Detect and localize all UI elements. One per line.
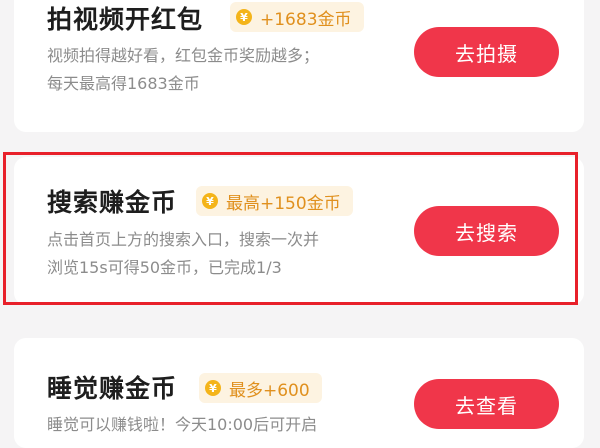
coin-icon: ¥ [236, 9, 252, 25]
task-card-search: 搜索赚金币 ¥ 最高+150金币 点击首页上方的搜索入口，搜索一次并 浏览15s… [14, 157, 584, 305]
task-description-line: 每天最高得1683金币 [47, 74, 200, 93]
task-card-photo: 拍视频开红包 ¥ +1683金币 视频拍得越好看，红包金币奖励越多； 每天最高得… [14, 0, 584, 132]
go-shoot-button[interactable]: 去拍摄 [414, 27, 559, 77]
go-view-button[interactable]: 去查看 [414, 379, 559, 429]
coin-icon: ¥ [202, 193, 218, 209]
reward-text: 最多+600 [229, 380, 310, 401]
task-description-line: 点击首页上方的搜索入口，搜索一次并 [47, 230, 320, 249]
task-title: 睡觉赚金币 [47, 374, 178, 403]
reward-badge: ¥ 最高+150金币 [196, 186, 353, 216]
task-title: 搜索赚金币 [47, 188, 178, 217]
go-search-button[interactable]: 去搜索 [414, 206, 559, 256]
task-description: 视频拍得越好看，红包金币奖励越多； 每天最高得1683金币 [47, 42, 319, 98]
reward-badge: ¥ 最多+600 [199, 373, 322, 403]
task-description: 睡觉可以赚钱啦！今天10:00后可开启 [47, 411, 317, 439]
coin-icon: ¥ [205, 380, 221, 396]
task-description-line: 浏览15s可得50金币，已完成1/3 [47, 258, 282, 277]
task-card-sleep: 睡觉赚金币 ¥ 最多+600 睡觉可以赚钱啦！今天10:00后可开启 去查看 [14, 338, 584, 448]
reward-text: 最高+150金币 [226, 193, 341, 214]
task-description-line: 睡觉可以赚钱啦！今天10:00后可开启 [47, 415, 318, 434]
task-description-line: 视频拍得越好看，红包金币奖励越多； [47, 46, 320, 65]
reward-badge: ¥ +1683金币 [230, 2, 364, 32]
task-description: 点击首页上方的搜索入口，搜索一次并 浏览15s可得50金币，已完成1/3 [47, 226, 319, 282]
task-title: 拍视频开红包 [47, 5, 204, 34]
reward-text: +1683金币 [260, 9, 352, 30]
